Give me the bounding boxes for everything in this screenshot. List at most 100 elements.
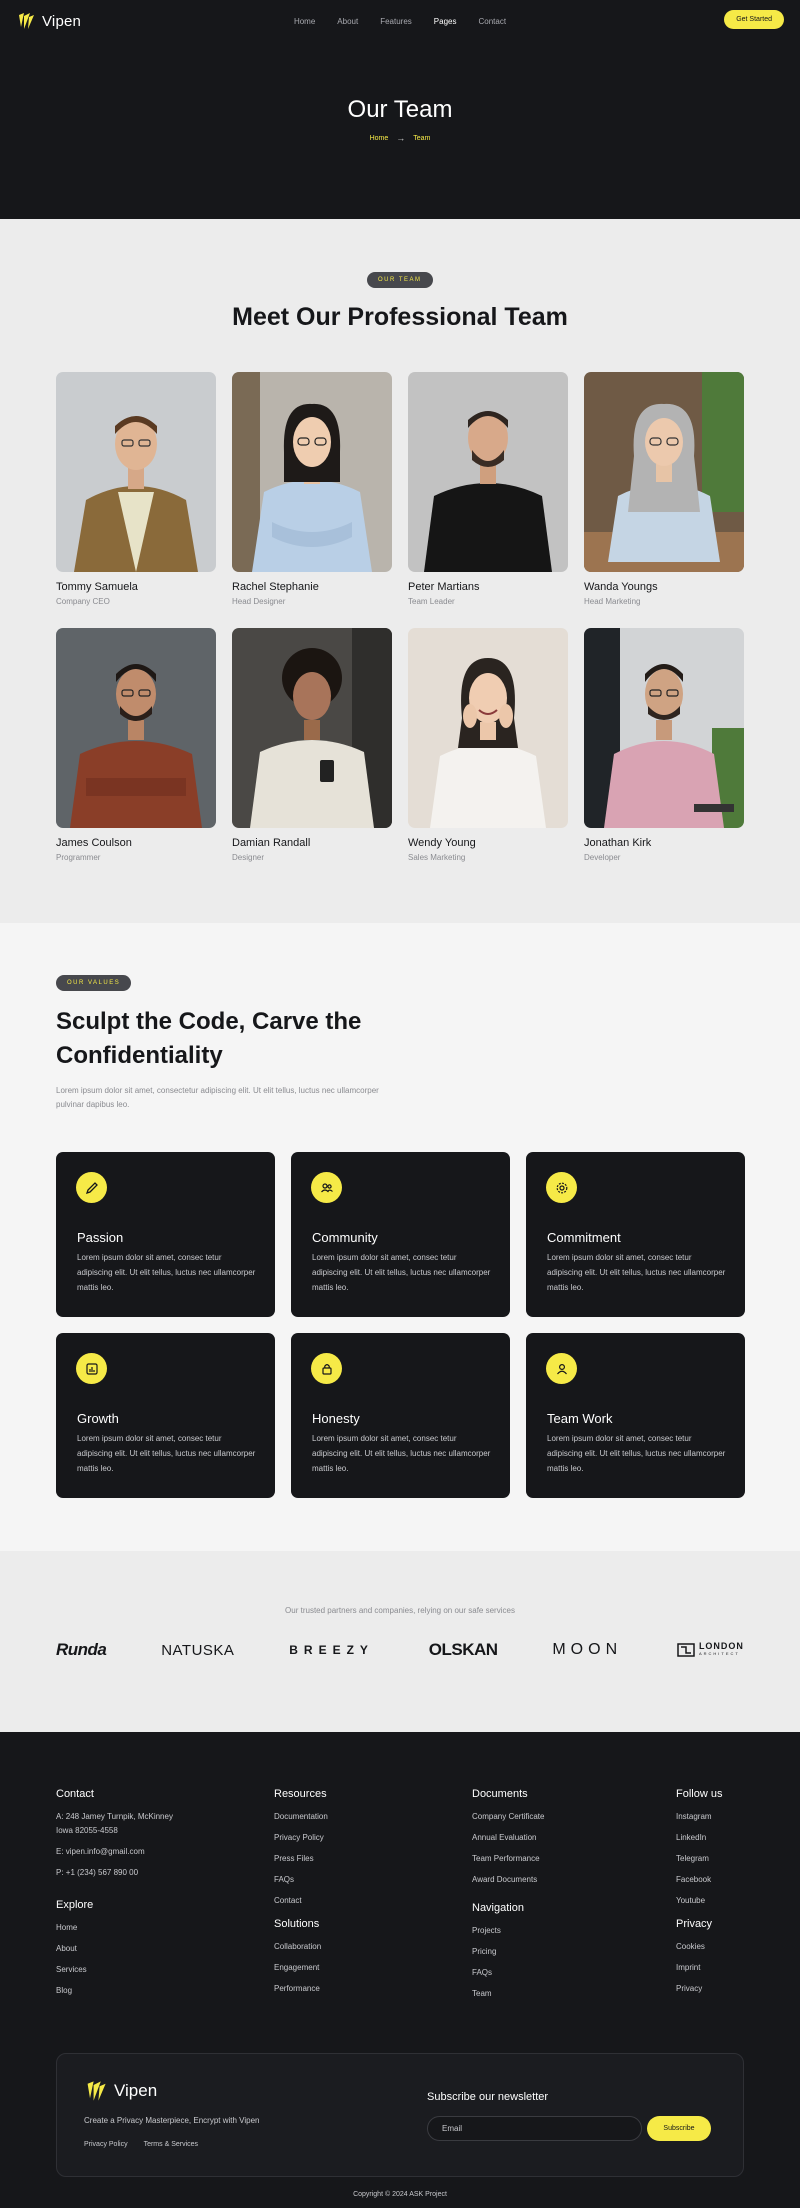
- site-footer: Contact A: 248 Jamey Turnpik, McKinney I…: [0, 1732, 800, 2208]
- privacy-policy-link[interactable]: Privacy Policy: [84, 2141, 128, 2148]
- footer-link[interactable]: Pricing: [472, 1947, 524, 1957]
- footer-link[interactable]: Annual Evaluation: [472, 1833, 544, 1843]
- team-card[interactable]: Rachel Stephanie Head Designer: [232, 372, 392, 628]
- team-card[interactable]: Tommy Samuela Company CEO: [56, 372, 216, 628]
- partner-logo-breezy[interactable]: BREEZY: [289, 1643, 374, 1657]
- footer-link[interactable]: Team: [472, 1989, 524, 1999]
- member-name: Tommy Samuela: [56, 581, 138, 593]
- footer-heading: Documents: [472, 1788, 528, 1800]
- london-wordmark: LONDON: [698, 1641, 744, 1651]
- footer-brand-logo[interactable]: Vipen: [84, 2079, 157, 2103]
- member-photo: [56, 372, 216, 572]
- team-grid: Tommy Samuela Company CEO Rachel Stephan…: [56, 372, 744, 884]
- value-card[interactable]: Passion Lorem ipsum dolor sit amet, cons…: [56, 1152, 275, 1317]
- footer-link[interactable]: Documentation: [274, 1812, 328, 1822]
- footer-link[interactable]: About: [56, 1944, 93, 1954]
- value-card[interactable]: Honesty Lorem ipsum dolor sit amet, cons…: [291, 1333, 510, 1498]
- footer-link[interactable]: Engagement: [274, 1963, 321, 1973]
- address-line: A: 248 Jamey Turnpik, McKinney: [56, 1812, 173, 1821]
- footer-link[interactable]: Performance: [274, 1984, 321, 1994]
- footer-link[interactable]: LinkedIn: [676, 1833, 722, 1843]
- footer-link[interactable]: Collaboration: [274, 1942, 321, 1952]
- nav-about[interactable]: About: [337, 17, 358, 26]
- partner-logo-runda[interactable]: Runda: [56, 1640, 107, 1660]
- partner-logo-london[interactable]: LONDON ARCHITECT: [677, 1642, 744, 1658]
- footer-link[interactable]: Award Documents: [472, 1875, 544, 1885]
- nav-contact[interactable]: Contact: [478, 17, 506, 26]
- value-description: Lorem ipsum dolor sit amet, consec tetur…: [77, 1253, 256, 1292]
- member-photo: [232, 628, 392, 828]
- footer-link[interactable]: Contact: [274, 1896, 328, 1906]
- footer-link[interactable]: FAQs: [472, 1968, 524, 1978]
- member-name: Rachel Stephanie: [232, 581, 319, 593]
- page-title: Our Team: [347, 96, 453, 123]
- footer-heading: Resources: [274, 1788, 327, 1800]
- footer-follow: Follow us Instagram LinkedIn Telegram Fa…: [676, 1788, 722, 1917]
- member-name: Jonathan Kirk: [584, 837, 652, 849]
- footer-navigation: Navigation Projects Pricing FAQs Team: [472, 1902, 524, 2010]
- team-card[interactable]: Wendy Young Sales Marketing: [408, 628, 568, 884]
- member-role: Team Leader: [408, 597, 455, 606]
- member-role: Designer: [232, 853, 265, 862]
- footer-link[interactable]: Facebook: [676, 1875, 722, 1885]
- partner-logo-olskan[interactable]: OLSKAN: [429, 1640, 498, 1660]
- newsletter-title: Subscribe our newsletter: [427, 2091, 549, 2103]
- footer-documents: Documents Company Certificate Annual Eva…: [472, 1788, 544, 1896]
- lock-icon: [311, 1353, 342, 1384]
- footer-heading: Explore: [56, 1899, 94, 1911]
- values-grid: Passion Lorem ipsum dolor sit amet, cons…: [56, 1152, 745, 1498]
- footer-link[interactable]: FAQs: [274, 1875, 328, 1885]
- contact-phone[interactable]: P: +1 (234) 567 890 00: [56, 1868, 173, 1878]
- london-mark-icon: [677, 1643, 695, 1657]
- team-card[interactable]: Wanda Youngs Head Marketing: [584, 372, 744, 628]
- team-card[interactable]: James Coulson Programmer: [56, 628, 216, 884]
- value-description: Lorem ipsum dolor sit amet, consec tetur…: [77, 1434, 256, 1473]
- partners-section: Our trusted partners and companies, rely…: [0, 1551, 800, 1732]
- footer-link[interactable]: Telegram: [676, 1854, 722, 1864]
- footer-link[interactable]: Services: [56, 1965, 93, 1975]
- footer-link[interactable]: Youtube: [676, 1896, 722, 1906]
- member-role: Head Marketing: [584, 597, 641, 606]
- terms-link[interactable]: Terms & Services: [144, 2141, 198, 2148]
- get-started-button[interactable]: Get Started: [724, 10, 784, 29]
- value-card[interactable]: Team Work Lorem ipsum dolor sit amet, co…: [526, 1333, 745, 1498]
- footer-link[interactable]: Cookies: [676, 1942, 712, 1952]
- member-role: Programmer: [56, 853, 101, 862]
- team-card[interactable]: Peter Martians Team Leader: [408, 372, 568, 628]
- newsletter-email-input[interactable]: [427, 2116, 642, 2141]
- contact-email[interactable]: E: vipen.info@gmail.com: [56, 1847, 173, 1857]
- partner-logo-natuska[interactable]: NATUSKA: [161, 1642, 234, 1659]
- nav-features[interactable]: Features: [380, 17, 412, 26]
- footer-link[interactable]: Team Performance: [472, 1854, 544, 1864]
- footer-link[interactable]: Blog: [56, 1986, 93, 1996]
- chart-icon: [76, 1353, 107, 1384]
- value-card[interactable]: Growth Lorem ipsum dolor sit amet, conse…: [56, 1333, 275, 1498]
- values-section: OUR VALUES Sculpt the Code, Carve the Co…: [0, 923, 800, 1551]
- team-card[interactable]: Damian Randall Designer: [232, 628, 392, 884]
- value-card[interactable]: Community Lorem ipsum dolor sit amet, co…: [291, 1152, 510, 1317]
- footer-link[interactable]: Privacy: [676, 1984, 712, 1994]
- footer-link[interactable]: Home: [56, 1923, 93, 1933]
- team-section: OUR TEAM Meet Our Professional Team Tomm…: [0, 219, 800, 923]
- logo-mark-icon: [87, 2081, 106, 2101]
- nav-home[interactable]: Home: [294, 17, 315, 26]
- community-icon: [311, 1172, 342, 1203]
- partner-logo-moon[interactable]: MOON: [552, 1641, 622, 1659]
- value-name: Passion: [77, 1230, 124, 1245]
- footer-link[interactable]: Press Files: [274, 1854, 328, 1864]
- nav-pages[interactable]: Pages: [434, 17, 457, 26]
- footer-link[interactable]: Instagram: [676, 1812, 722, 1822]
- team-card[interactable]: Jonathan Kirk Developer: [584, 628, 744, 884]
- breadcrumb-home[interactable]: Home: [370, 135, 389, 142]
- footer-solutions: Solutions Collaboration Engagement Perfo…: [274, 1918, 321, 2005]
- footer-link[interactable]: Privacy Policy: [274, 1833, 328, 1843]
- member-photo: [584, 628, 744, 828]
- value-card[interactable]: Commitment Lorem ipsum dolor sit amet, c…: [526, 1152, 745, 1317]
- footer-link[interactable]: Company Certificate: [472, 1812, 544, 1822]
- breadcrumb-current: Team: [413, 134, 431, 142]
- member-role: Developer: [584, 853, 621, 862]
- footer-link[interactable]: Imprint: [676, 1963, 712, 1973]
- copyright-text: Copyright © 2024 ASK Project: [353, 2191, 447, 2198]
- subscribe-button[interactable]: Subscribe: [647, 2116, 711, 2141]
- footer-link[interactable]: Projects: [472, 1926, 524, 1936]
